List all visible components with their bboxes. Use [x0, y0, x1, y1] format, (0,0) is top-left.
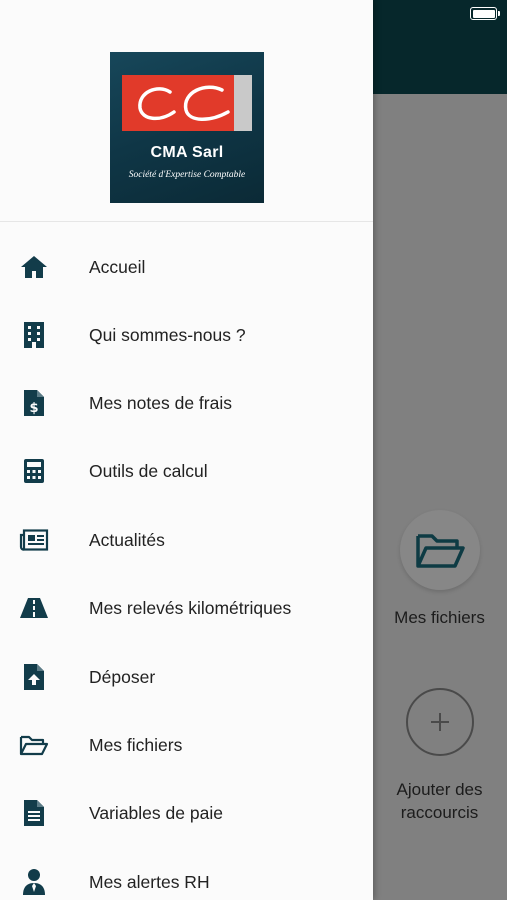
menu-item-deposer[interactable]: Déposer	[0, 643, 373, 711]
menu-item-label: Déposer	[89, 666, 156, 687]
menu-item-label: Accueil	[89, 256, 146, 277]
menu-item-accueil[interactable]: Accueil	[0, 233, 373, 301]
building-icon	[19, 320, 49, 350]
tile-label: Ajouter des raccourcis	[396, 780, 483, 822]
svg-text:$: $	[29, 401, 38, 416]
tile-label: Mes fichiers	[394, 608, 485, 627]
file-text-icon	[19, 798, 49, 828]
menu-item-notes-de-frais[interactable]: $ Mes notes de frais	[0, 369, 373, 437]
folder-open-icon	[19, 730, 49, 760]
menu-item-label: Actualités	[89, 529, 165, 550]
navigation-drawer: CMA Sarl Société d'Expertise Comptable A…	[0, 0, 373, 900]
logo-company-name: CMA Sarl	[150, 144, 224, 161]
newspaper-icon	[19, 525, 49, 555]
drawer-header: CMA Sarl Société d'Expertise Comptable	[0, 0, 373, 222]
menu-item-variables-de-paie[interactable]: Variables de paie	[0, 779, 373, 847]
menu-item-outils-de-calcul[interactable]: Outils de calcul	[0, 437, 373, 505]
home-icon	[19, 252, 49, 282]
tile-circle	[399, 510, 480, 590]
file-upload-icon	[19, 662, 49, 692]
menu-item-releves-kilometriques[interactable]: Mes relevés kilométriques	[0, 574, 373, 642]
tile-ajouter-raccourcis[interactable]: Ajouter des raccourcis	[372, 688, 507, 824]
logo-subtitle: Société d'Expertise Comptable	[128, 170, 246, 180]
menu-item-qui-sommes-nous[interactable]: Qui sommes-nous ?	[0, 301, 373, 369]
menu-item-actualites[interactable]: Actualités	[0, 506, 373, 574]
battery-icon	[470, 7, 500, 20]
company-logo: CMA Sarl Société d'Expertise Comptable	[110, 52, 264, 203]
tile-circle	[405, 688, 474, 756]
logo-cc-mark	[138, 85, 230, 121]
menu-item-label: Outils de calcul	[89, 460, 208, 481]
plus-icon	[430, 713, 449, 731]
calculator-icon	[19, 456, 49, 486]
menu-item-label: Mes notes de frais	[89, 392, 232, 413]
tile-mes-fichiers[interactable]: Mes fichiers	[372, 510, 507, 628]
menu-item-alertes-rh[interactable]: Mes alertes RH	[0, 848, 373, 900]
menu-item-label: Mes fichiers	[89, 734, 183, 755]
menu-item-label: Mes alertes RH	[89, 871, 210, 892]
user-tie-icon	[19, 867, 49, 897]
menu-item-label: Variables de paie	[89, 802, 223, 823]
menu-item-label: Qui sommes-nous ?	[89, 324, 246, 345]
road-icon	[19, 593, 49, 623]
menu-item-label: Mes relevés kilométriques	[89, 597, 292, 618]
invoice-dollar-icon: $	[19, 388, 49, 418]
folder-open-icon	[415, 534, 465, 568]
menu-item-mes-fichiers[interactable]: Mes fichiers	[0, 711, 373, 779]
